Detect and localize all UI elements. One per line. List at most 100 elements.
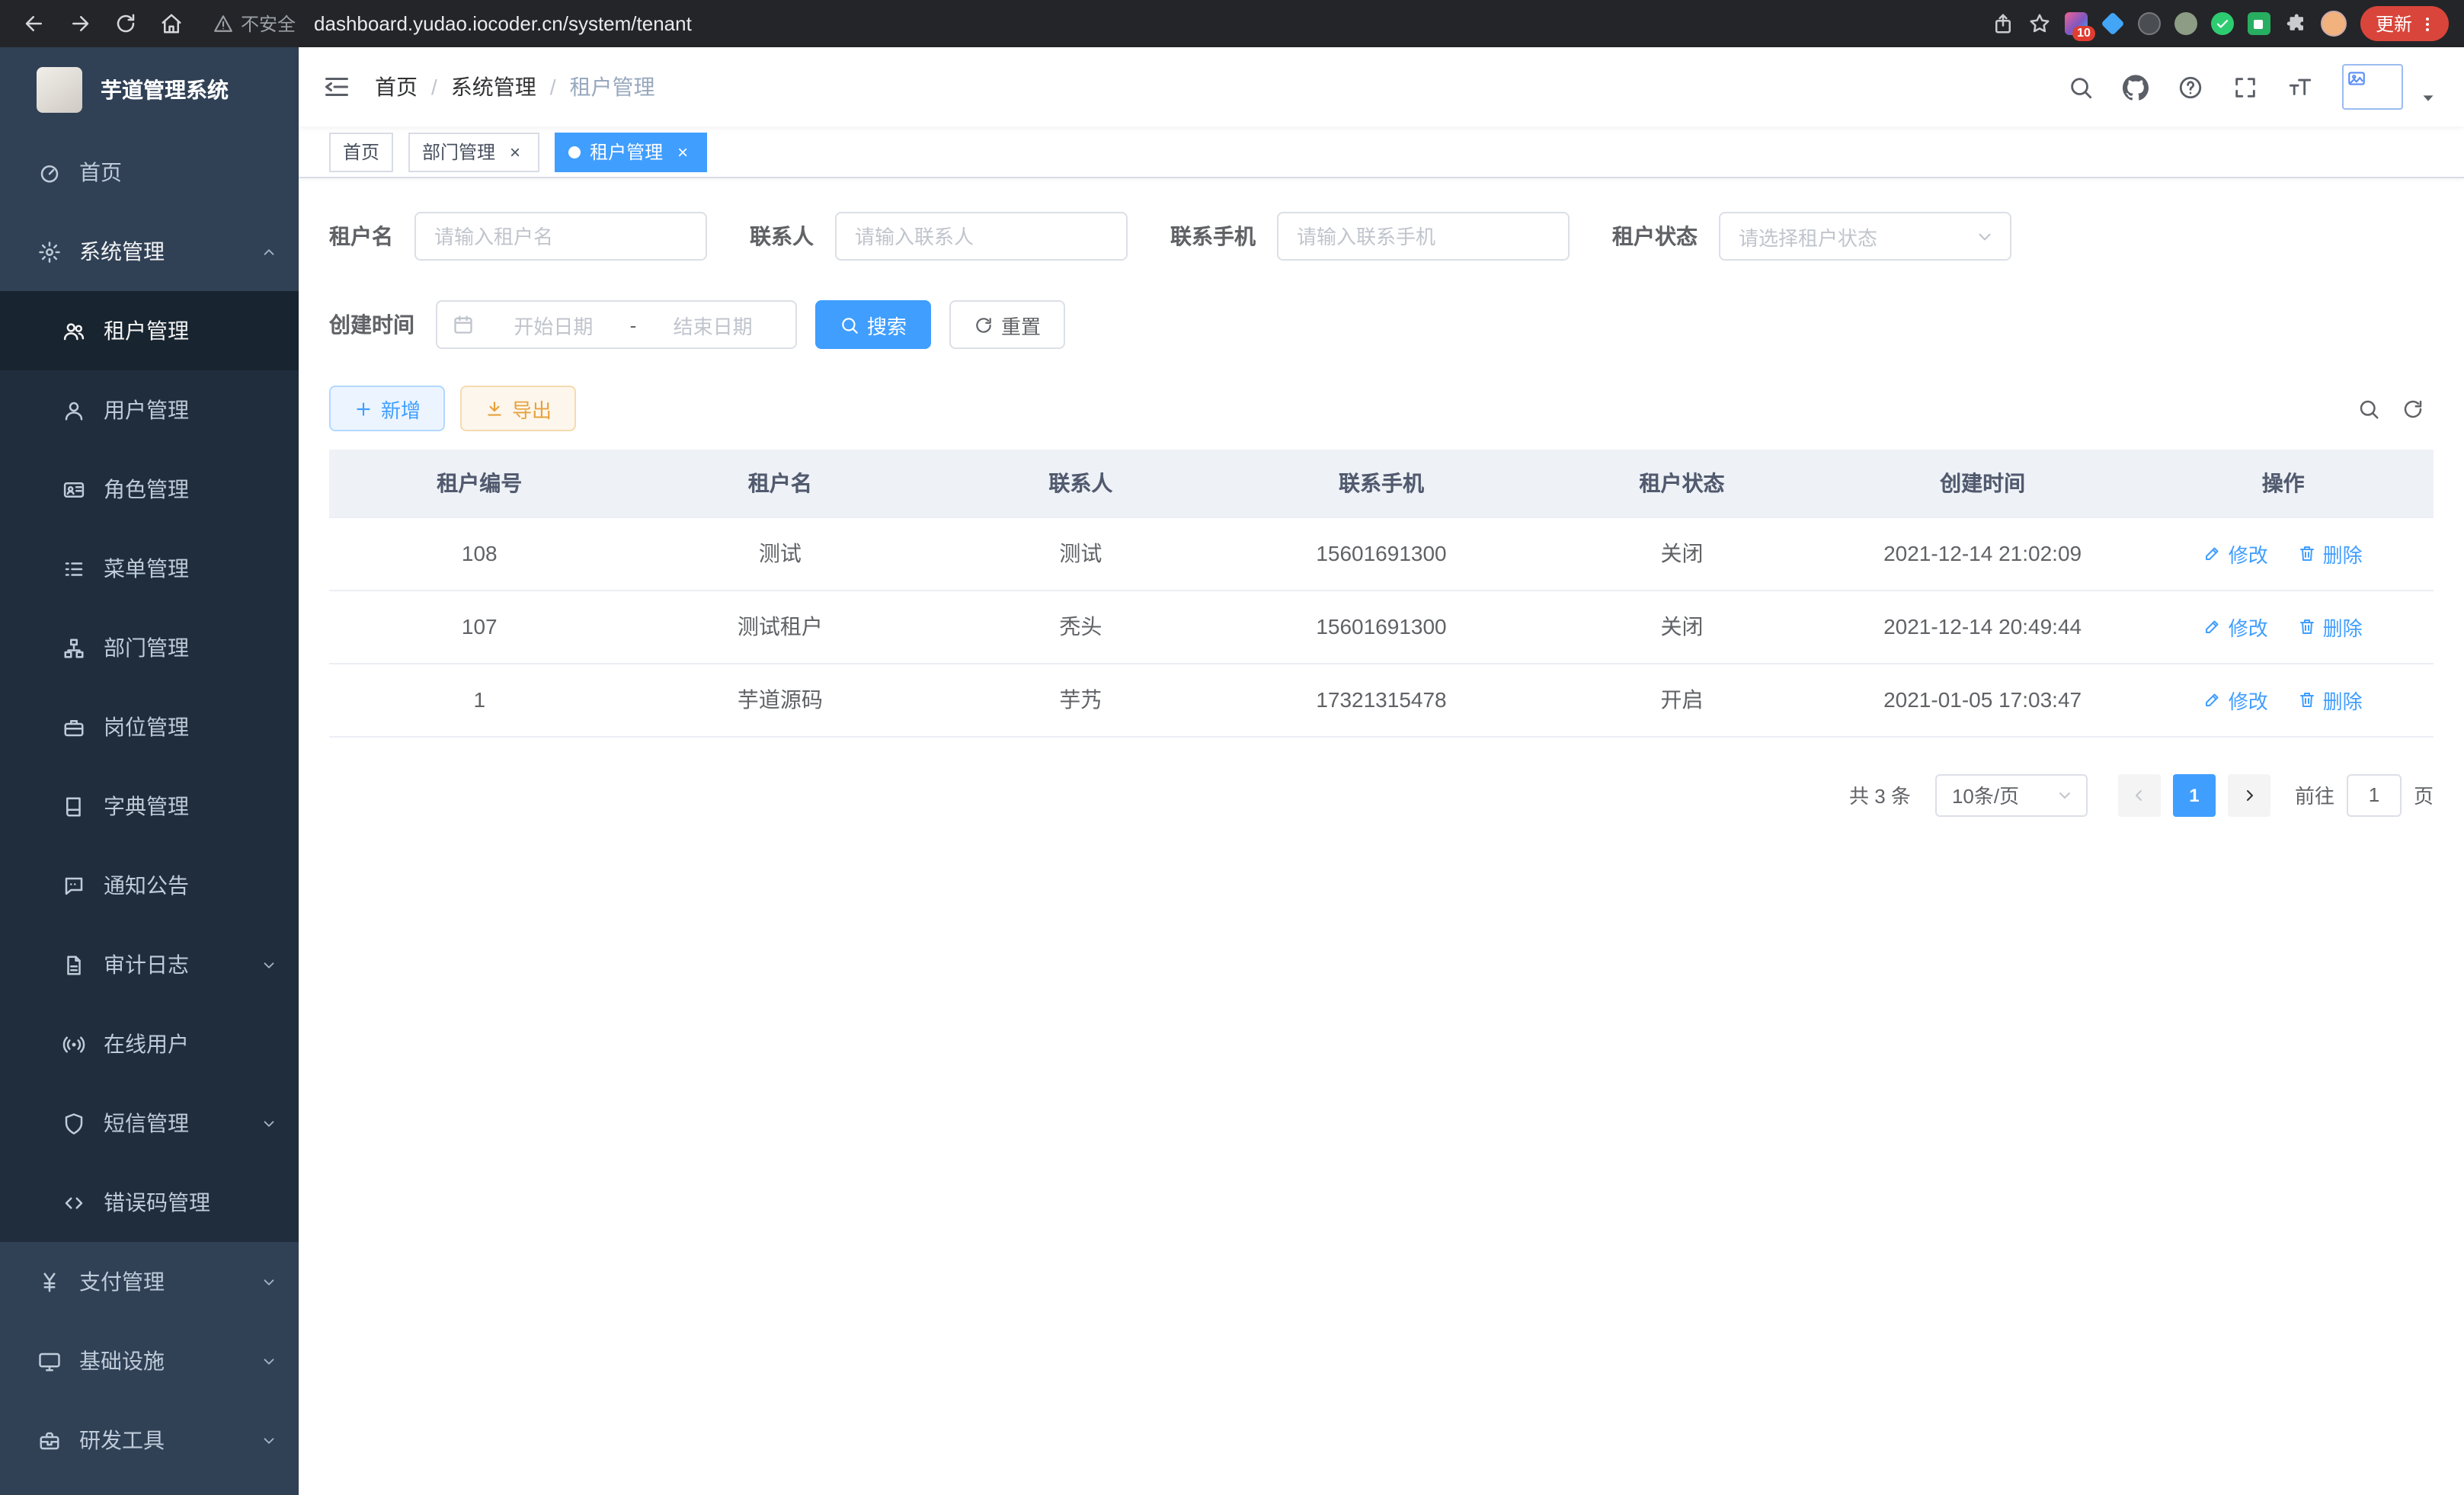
close-icon[interactable]: ×	[504, 141, 526, 162]
extension-green-square-icon[interactable]	[2248, 12, 2270, 35]
extension-dark-icon[interactable]	[2138, 12, 2161, 35]
share-button[interactable]	[1992, 12, 2014, 35]
fullscreen-button[interactable]	[2232, 74, 2258, 100]
sidebar-item-dev-tools[interactable]: 研发工具	[0, 1401, 299, 1480]
page-number-button[interactable]: 1	[2173, 773, 2216, 816]
chevron-down-icon	[261, 1353, 277, 1369]
sidebar-item-notice[interactable]: 通知公告	[0, 846, 299, 925]
sidebar-item-audit-log[interactable]: 审计日志	[0, 925, 299, 1004]
browser-profile-avatar[interactable]	[2321, 11, 2347, 37]
sidebar-item-user-management[interactable]: 用户管理	[0, 370, 299, 450]
toggle-search-button[interactable]	[2357, 397, 2380, 420]
breadcrumb-separator: /	[550, 75, 556, 99]
sidebar-item-infrastructure[interactable]: 基础设施	[0, 1321, 299, 1401]
shield-icon	[62, 1112, 85, 1135]
gear-icon	[38, 240, 61, 263]
close-icon[interactable]: ×	[672, 141, 693, 162]
app-logo[interactable]: 芋道管理系统	[0, 47, 299, 133]
book-icon	[62, 795, 85, 818]
sidebar-toggle-button[interactable]	[299, 47, 375, 126]
github-button[interactable]	[2123, 74, 2149, 100]
briefcase-icon	[62, 715, 85, 738]
sidebar-item-system-management[interactable]: 系统管理	[0, 212, 299, 291]
add-button[interactable]: 新增	[329, 386, 445, 431]
font-size-button[interactable]	[2287, 74, 2313, 100]
prev-page-button[interactable]	[2118, 773, 2161, 816]
status-select[interactable]: 请选择租户状态	[1719, 212, 2011, 261]
tenant-name-label: 租户名	[329, 221, 393, 251]
sidebar-item-post-management[interactable]: 岗位管理	[0, 687, 299, 767]
contact-input[interactable]	[835, 212, 1128, 261]
next-page-button[interactable]	[2228, 773, 2270, 816]
search-button[interactable]: 搜索	[815, 300, 931, 349]
edit-button[interactable]: 修改	[2204, 539, 2268, 568]
reload-button[interactable]	[107, 5, 143, 42]
tag-dept-management[interactable]: 部门管理 ×	[408, 132, 539, 171]
user-avatar[interactable]	[2342, 64, 2403, 110]
yen-icon	[38, 1270, 61, 1293]
sidebar-item-menu-management[interactable]: 菜单管理	[0, 529, 299, 608]
update-button[interactable]: 更新	[2360, 6, 2449, 41]
page-size-select[interactable]: 10条/页	[1935, 773, 2088, 816]
help-button[interactable]	[2178, 74, 2203, 100]
extension-blue-icon[interactable]	[2101, 12, 2124, 35]
sidebar-item-role-management[interactable]: 角色管理	[0, 450, 299, 529]
trash-icon	[2299, 544, 2317, 562]
reset-button[interactable]: 重置	[949, 300, 1065, 349]
delete-button[interactable]: 删除	[2299, 685, 2363, 714]
goto-page-input[interactable]	[2347, 773, 2402, 816]
sidebar-item-dept-management[interactable]: 部门管理	[0, 608, 299, 687]
security-label: 不安全	[241, 11, 296, 37]
sidebar-item-sms-management[interactable]: 短信管理	[0, 1084, 299, 1163]
extension-colorful-icon[interactable]: 10	[2065, 12, 2088, 35]
chevron-down-icon	[261, 1432, 277, 1449]
sidebar-item-error-code-management[interactable]: 错误码管理	[0, 1163, 299, 1242]
header-search-button[interactable]	[2068, 74, 2094, 100]
end-date-placeholder[interactable]: 结束日期	[645, 310, 780, 339]
signal-icon	[62, 1032, 85, 1055]
site-security-indicator[interactable]: 不安全	[213, 11, 296, 37]
forward-button[interactable]	[61, 5, 98, 42]
sidebar-item-home[interactable]: 首页	[0, 133, 299, 212]
chevron-left-icon	[2130, 786, 2149, 804]
chevron-down-icon	[261, 1273, 277, 1290]
status-label: 租户状态	[1612, 221, 1698, 251]
users-icon	[62, 319, 85, 342]
sidebar-item-online-users[interactable]: 在线用户	[0, 1004, 299, 1084]
sidebar-item-tenant-management[interactable]: 租户管理	[0, 291, 299, 370]
home-button[interactable]	[152, 5, 189, 42]
sidebar-item-payment-management[interactable]: 支付管理	[0, 1242, 299, 1321]
sidebar: 芋道管理系统 首页 系统管理 租户管理 用户管理	[0, 47, 299, 1495]
trash-icon	[2299, 617, 2317, 635]
export-button[interactable]: 导出	[460, 386, 576, 431]
download-icon	[485, 399, 504, 418]
mobile-input[interactable]	[1277, 212, 1570, 261]
tag-tenant-management[interactable]: 租户管理 ×	[555, 132, 707, 171]
sidebar-item-dict-management[interactable]: 字典管理	[0, 767, 299, 846]
address-bar[interactable]: dashboard.yudao.iocoder.cn/system/tenant	[314, 12, 1976, 35]
extension-green-circle-icon[interactable]	[2211, 12, 2234, 35]
screen: 不安全 dashboard.yudao.iocoder.cn/system/te…	[0, 0, 2464, 1495]
create-time-range-picker[interactable]: 开始日期 - 结束日期	[436, 300, 797, 349]
delete-button[interactable]: 删除	[2299, 612, 2363, 641]
refresh-table-button[interactable]	[2402, 397, 2424, 420]
extensions-puzzle-button[interactable]	[2284, 12, 2307, 35]
edit-button[interactable]: 修改	[2204, 612, 2268, 641]
bookmark-star-button[interactable]	[2028, 12, 2051, 35]
edit-icon	[2204, 690, 2222, 709]
table-row: 1 芋道源码 芋艿 17321315478 开启 2021-01-05 17:0…	[329, 663, 2434, 736]
warning-icon	[213, 14, 233, 34]
back-button[interactable]	[15, 5, 52, 42]
app-title: 芋道管理系统	[101, 75, 229, 105]
edit-button[interactable]: 修改	[2204, 685, 2268, 714]
extension-olive-icon[interactable]	[2174, 12, 2197, 35]
breadcrumb-item-home[interactable]: 首页	[375, 72, 418, 102]
breadcrumb-separator: /	[431, 75, 437, 99]
broken-image-icon	[2347, 69, 2366, 88]
avatar-dropdown-caret[interactable]	[2420, 89, 2437, 106]
delete-button[interactable]: 删除	[2299, 539, 2363, 568]
start-date-placeholder[interactable]: 开始日期	[486, 310, 621, 339]
tenant-name-input[interactable]	[414, 212, 707, 261]
org-tree-icon	[62, 636, 85, 659]
tag-home[interactable]: 首页	[329, 132, 393, 171]
